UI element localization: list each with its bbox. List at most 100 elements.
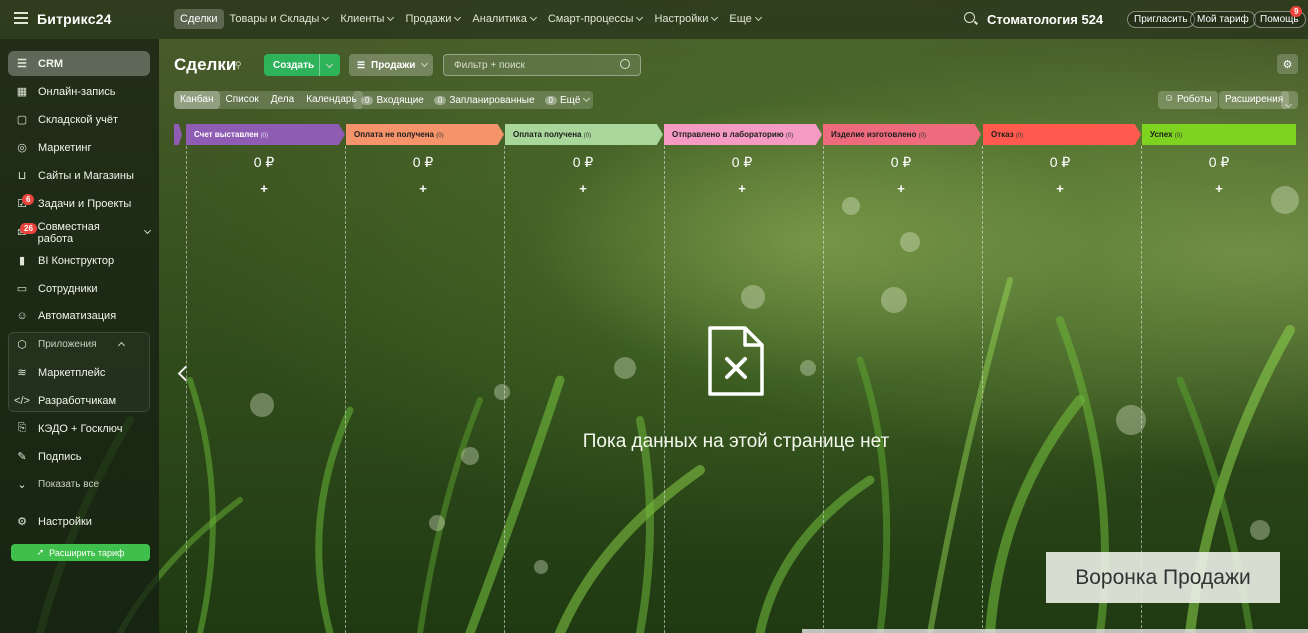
search-icon[interactable] xyxy=(620,59,630,69)
target-icon: ◎ xyxy=(17,142,27,154)
column-divider xyxy=(186,146,187,633)
nav-smart-processes[interactable]: Смарт-процессы xyxy=(542,9,649,29)
chevron-down-icon: ⌄ xyxy=(17,479,27,491)
stage-header[interactable]: Успех (0) xyxy=(1142,124,1296,145)
cube-icon: ⬡ xyxy=(17,339,27,351)
horizontal-scrollbar[interactable] xyxy=(802,629,1308,633)
sidebar-show-all[interactable]: ⌄ Показать все xyxy=(8,472,150,497)
create-button[interactable]: Создать xyxy=(264,54,340,76)
nav-settings[interactable]: Настройки xyxy=(648,9,723,29)
tab-activities[interactable]: Дела xyxy=(265,91,300,109)
sidebar-item-settings[interactable]: ⚙ Настройки xyxy=(8,509,150,534)
stage-sum: 0 ₽ xyxy=(1208,154,1230,170)
menu-icon[interactable] xyxy=(14,12,28,24)
sidebar-item-sites[interactable]: ⊔ Сайты и Магазины xyxy=(8,163,150,188)
rocket-icon: ➚ xyxy=(36,547,45,557)
sidebar-item-employees[interactable]: ▭ Сотрудники xyxy=(8,276,150,301)
counters-bar: 0 Входящие 0 Запланированные 0 Ещё xyxy=(353,91,594,109)
stage-header[interactable]: Отправлено в лабораторию (0) xyxy=(664,124,822,145)
view-switcher: Канбан Список Дела Календарь xyxy=(174,91,363,109)
sidebar-item-warehouse[interactable]: ▢ Складской учёт xyxy=(8,107,150,132)
funnel-icon: ☰ xyxy=(357,59,366,70)
sidebar-item-bi[interactable]: ▮ BI Конструктор xyxy=(8,248,150,273)
gear-icon: ⚙ xyxy=(17,516,27,528)
sidebar-item-sign[interactable]: ✎ Подпись xyxy=(8,444,150,469)
tab-kanban[interactable]: Канбан xyxy=(174,91,220,109)
nav-analytics[interactable]: Аналитика xyxy=(466,9,541,29)
chart-icon: ▮ xyxy=(18,255,26,267)
doc-icon: ⎘ xyxy=(17,422,27,434)
counter-planned[interactable]: 0 Запланированные xyxy=(430,95,535,106)
sidebar-item-automation[interactable]: ☺ Автоматизация xyxy=(8,303,150,328)
collab-badge: 26 xyxy=(20,223,37,234)
add-deal-button[interactable]: + xyxy=(189,181,339,196)
search-input[interactable]: Фильтр + поиск xyxy=(443,54,641,76)
top-nav: Сделки Товары и Склады Клиенты Продажи А… xyxy=(174,9,767,29)
pipeline-select[interactable]: ☰ Продажи xyxy=(349,54,433,76)
extensions-dropdown[interactable] xyxy=(1281,91,1298,109)
cart-icon: ⊔ xyxy=(17,170,27,182)
stage-header[interactable]: Счет выставлен (0) xyxy=(186,124,345,145)
sidebar: ☰ CRM ▦ Онлайн-запись ▢ Складской учёт ◎ Мар… xyxy=(0,39,159,633)
company-name[interactable]: Стоматология 524 xyxy=(987,12,1103,27)
id-card-icon: ▭ xyxy=(16,283,28,295)
sidebar-item-booking[interactable]: ▦ Онлайн-запись xyxy=(8,79,150,104)
stage-sum: 0 ₽ xyxy=(890,154,912,170)
stage-scroll-marker xyxy=(174,124,182,145)
search-icon[interactable] xyxy=(964,12,975,23)
empty-file-icon xyxy=(708,326,764,396)
tariff-button[interactable]: Мой тариф xyxy=(1190,11,1256,28)
invite-button[interactable]: Пригласить xyxy=(1127,11,1195,28)
calendar-icon: ▦ xyxy=(16,86,28,98)
market-icon: ≋ xyxy=(17,367,27,379)
box-icon: ▢ xyxy=(16,114,28,126)
add-deal-button[interactable]: + xyxy=(826,181,976,196)
nav-goods[interactable]: Товары и Склады xyxy=(224,9,335,29)
add-deal-button[interactable]: + xyxy=(1144,181,1294,196)
robots-button[interactable]: ☺ Роботы xyxy=(1158,91,1218,109)
code-icon: </> xyxy=(14,394,30,407)
logo[interactable]: Битрикс24 xyxy=(37,11,112,27)
filter-icon: ☰ xyxy=(17,58,27,70)
add-deal-button[interactable]: + xyxy=(508,181,658,196)
add-deal-button[interactable]: + xyxy=(667,181,817,196)
stage-sum: 0 ₽ xyxy=(412,154,434,170)
scroll-left-arrow[interactable] xyxy=(177,365,194,382)
column-divider xyxy=(664,146,665,633)
empty-state-text: Пока данных на этой странице нет xyxy=(582,431,890,452)
add-deal-button[interactable]: + xyxy=(985,181,1135,196)
column-divider xyxy=(345,146,346,633)
counter-more[interactable]: 0 Ещё xyxy=(541,94,591,106)
add-deal-button[interactable]: + xyxy=(348,181,498,196)
robot-icon: ☺ xyxy=(1164,93,1175,104)
sidebar-item-developers[interactable]: </> Разработчикам xyxy=(8,388,150,413)
nav-sales[interactable]: Продажи xyxy=(399,9,466,29)
stage-header[interactable]: Отказ (0) xyxy=(983,124,1141,145)
column-divider xyxy=(982,146,983,633)
pin-icon[interactable]: ⚲ xyxy=(235,60,242,71)
stage-sum: 0 ₽ xyxy=(1049,154,1071,170)
stage-sum: 0 ₽ xyxy=(253,154,275,170)
counter-incoming[interactable]: 0 Входящие xyxy=(357,95,424,106)
stage-sum: 0 ₽ xyxy=(731,154,753,170)
stage-header[interactable]: Изделие изготовлено (0) xyxy=(823,124,981,145)
stage-header[interactable]: Оплата получена (0) xyxy=(505,124,663,145)
page-title: Сделки xyxy=(174,55,237,74)
view-settings-icon[interactable]: ⚙ xyxy=(1277,54,1298,74)
upgrade-button[interactable]: ➚ Расширить тариф xyxy=(11,544,150,561)
nav-clients[interactable]: Клиенты xyxy=(334,9,399,29)
stage-sum: 0 ₽ xyxy=(572,154,594,170)
column-divider xyxy=(823,146,824,633)
tab-list[interactable]: Список xyxy=(220,91,265,109)
nav-deals[interactable]: Сделки xyxy=(174,9,224,29)
pen-icon: ✎ xyxy=(17,451,27,463)
sidebar-item-apps[interactable]: ⬡ Приложения xyxy=(8,332,150,357)
sidebar-item-marketing[interactable]: ◎ Маркетинг xyxy=(8,135,150,160)
sidebar-item-crm[interactable]: ☰ CRM xyxy=(8,51,150,76)
pipeline-watermark: Воронка Продажи xyxy=(1046,552,1280,603)
sidebar-item-kedo[interactable]: ⎘ КЭДО + Госключ xyxy=(8,416,150,441)
sidebar-item-marketplace[interactable]: ≋ Маркетплейс xyxy=(8,360,150,385)
nav-more[interactable]: Еще xyxy=(723,9,766,29)
stage-header[interactable]: Оплата не получена (0) xyxy=(346,124,504,145)
extensions-button[interactable]: Расширения xyxy=(1219,91,1290,109)
